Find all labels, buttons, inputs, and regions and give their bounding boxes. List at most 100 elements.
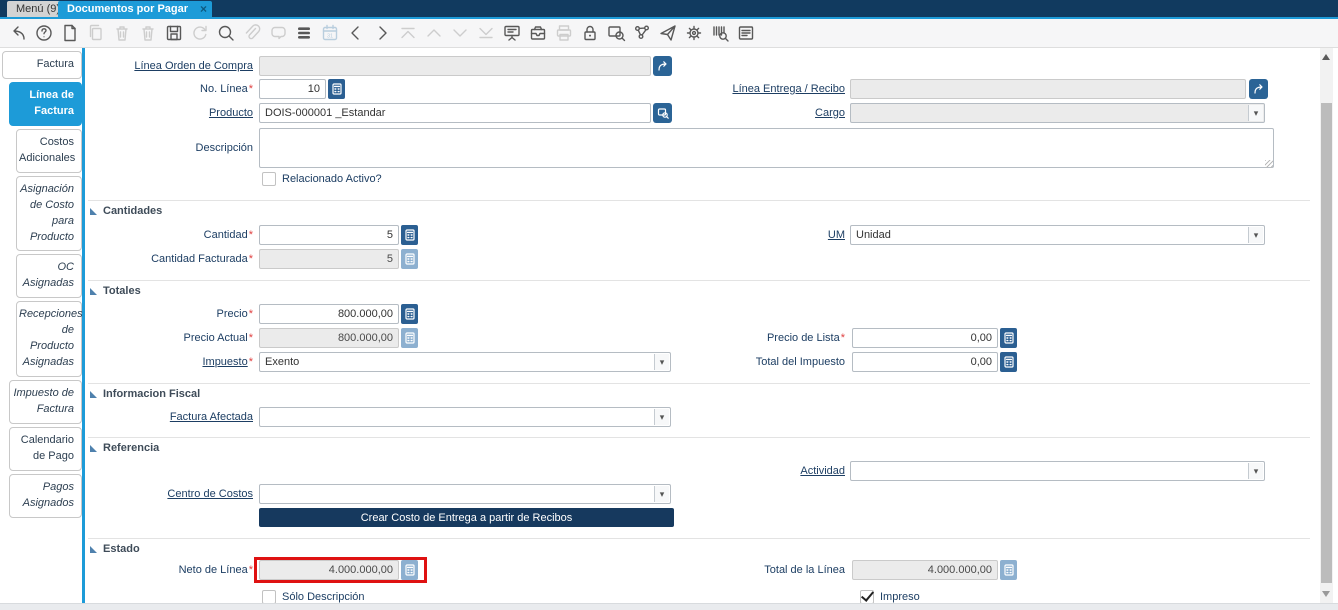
- section-header-informacion-fiscal[interactable]: Informacion Fiscal: [90, 387, 200, 401]
- checkbox-checked-box[interactable]: [860, 590, 874, 604]
- precio-calculator-button[interactable]: [401, 304, 418, 324]
- linea-entrega-recibo-label[interactable]: Línea Entrega / Recibo: [545, 79, 845, 99]
- actividad-select[interactable]: [850, 461, 1265, 481]
- chevron-down-icon[interactable]: [1248, 105, 1263, 121]
- scrollbar-thumb[interactable]: [1321, 103, 1332, 583]
- cargo-label[interactable]: Cargo: [545, 103, 845, 123]
- precio-actual-calculator-button[interactable]: [401, 328, 418, 348]
- help-icon[interactable]: [33, 23, 54, 44]
- parent-record-icon[interactable]: [423, 23, 444, 44]
- previous-record-icon[interactable]: [345, 23, 366, 44]
- report-view-icon[interactable]: [735, 23, 756, 44]
- find-icon[interactable]: [215, 23, 236, 44]
- linea-orden-compra-zoom-button[interactable]: [653, 56, 672, 76]
- descripcion-textarea[interactable]: [259, 128, 1274, 168]
- linea-orden-compra-label[interactable]: Línea Orden de Compra: [85, 56, 253, 76]
- um-label[interactable]: UM: [545, 225, 845, 245]
- section-header-estado[interactable]: Estado: [90, 542, 140, 556]
- save-icon[interactable]: [163, 23, 184, 44]
- chevron-down-icon[interactable]: [1248, 227, 1263, 243]
- sidebar-tab-calendario-de-pago[interactable]: Calendario de Pago: [9, 427, 82, 471]
- precio-actual-field[interactable]: [259, 328, 399, 348]
- textarea-resize-handle[interactable]: [1265, 160, 1273, 168]
- precio-de-lista-calculator-button[interactable]: [1000, 328, 1017, 348]
- collapse-triangle-icon[interactable]: [90, 208, 97, 215]
- sidebar-tab-factura[interactable]: Factura: [2, 51, 82, 79]
- total-de-la-linea-calculator-button[interactable]: [1000, 560, 1017, 580]
- collapse-triangle-icon[interactable]: [90, 288, 97, 295]
- sidebar-tab-recepciones[interactable]: Recepciones de Producto Asignadas: [16, 301, 82, 377]
- factura-afectada-select[interactable]: [259, 407, 671, 427]
- scroll-down-icon[interactable]: [1322, 591, 1330, 597]
- producto-label[interactable]: Producto: [85, 103, 253, 123]
- sidebar-tab-pagos-asignados[interactable]: Pagos Asignados: [9, 474, 82, 518]
- calendar-icon[interactable]: 31: [319, 23, 340, 44]
- section-header-referencia[interactable]: Referencia: [90, 441, 159, 455]
- sidebar-tab-oc-asignadas[interactable]: OC Asignadas: [16, 254, 82, 298]
- sidebar-tab-impuesto-de-factura[interactable]: Impuesto de Factura: [9, 380, 82, 424]
- collapse-triangle-icon[interactable]: [90, 391, 97, 398]
- copy-record-icon[interactable]: [85, 23, 106, 44]
- linea-entrega-recibo-field[interactable]: [850, 79, 1246, 99]
- total-del-impuesto-field[interactable]: [852, 352, 998, 372]
- centro-de-costos-label[interactable]: Centro de Costos: [85, 484, 253, 504]
- collapse-triangle-icon[interactable]: [90, 445, 97, 452]
- delete-record-icon[interactable]: [111, 23, 132, 44]
- last-record-icon[interactable]: [475, 23, 496, 44]
- no-linea-field[interactable]: [259, 79, 326, 99]
- precio-de-lista-field[interactable]: [852, 328, 998, 348]
- refresh-icon[interactable]: [189, 23, 210, 44]
- chevron-down-icon[interactable]: [654, 409, 669, 425]
- new-record-icon[interactable]: [59, 23, 80, 44]
- zoom-window-icon[interactable]: [605, 23, 626, 44]
- workflow-icon[interactable]: [631, 23, 652, 44]
- close-icon[interactable]: ×: [200, 1, 207, 17]
- linea-entrega-recibo-zoom-button[interactable]: [1249, 79, 1268, 99]
- archive-icon[interactable]: [527, 23, 548, 44]
- attachment-icon[interactable]: [241, 23, 262, 44]
- sidebar-tab-costos-adicionales[interactable]: Costos Adicionales: [16, 129, 82, 173]
- checkbox-box[interactable]: [262, 590, 276, 604]
- next-record-icon[interactable]: [371, 23, 392, 44]
- cantidad-field[interactable]: [259, 225, 399, 245]
- print-icon[interactable]: [553, 23, 574, 44]
- impuesto-label[interactable]: Impuesto*: [85, 352, 253, 372]
- cantidad-facturada-field[interactable]: [259, 249, 399, 269]
- no-linea-calculator-button[interactable]: [328, 79, 345, 99]
- send-icon[interactable]: [657, 23, 678, 44]
- collapse-triangle-icon[interactable]: [90, 546, 97, 553]
- chevron-down-icon[interactable]: [654, 486, 669, 502]
- product-lookup-icon[interactable]: [709, 23, 730, 44]
- private-lock-icon[interactable]: [579, 23, 600, 44]
- relacionado-activo-checkbox[interactable]: Relacionado Activo?: [262, 171, 382, 187]
- um-select[interactable]: Unidad: [850, 225, 1265, 245]
- actividad-label[interactable]: Actividad: [545, 461, 845, 481]
- sidebar-tab-asignacion-de-costo[interactable]: Asignación de Costo para Producto: [16, 176, 82, 252]
- section-header-cantidades[interactable]: Cantidades: [90, 204, 162, 218]
- linea-orden-compra-field[interactable]: [259, 56, 651, 76]
- cargo-select[interactable]: [850, 103, 1265, 123]
- sidebar-tab-linea-de-factura[interactable]: Línea de Factura: [9, 82, 82, 126]
- tab-documentos-por-pagar[interactable]: Documentos por Pagar ×: [58, 1, 212, 17]
- scroll-up-icon[interactable]: [1322, 54, 1330, 60]
- preferences-icon[interactable]: [683, 23, 704, 44]
- total-de-la-linea-field[interactable]: [852, 560, 998, 580]
- chevron-down-icon[interactable]: [1248, 463, 1263, 479]
- chat-icon[interactable]: [267, 23, 288, 44]
- grid-toggle-icon[interactable]: [293, 23, 314, 44]
- total-del-impuesto-calculator-button[interactable]: [1000, 352, 1017, 372]
- detail-record-icon[interactable]: [449, 23, 470, 44]
- precio-field[interactable]: [259, 304, 399, 324]
- crear-costo-entrega-button[interactable]: Crear Costo de Entrega a partir de Recib…: [259, 508, 674, 527]
- report-icon[interactable]: [501, 23, 522, 44]
- checkbox-box[interactable]: [262, 172, 276, 186]
- first-record-icon[interactable]: [397, 23, 418, 44]
- section-header-totales[interactable]: Totales: [90, 284, 141, 298]
- factura-afectada-label[interactable]: Factura Afectada: [85, 407, 253, 427]
- undo-icon[interactable]: [7, 23, 28, 44]
- centro-de-costos-select[interactable]: [259, 484, 671, 504]
- cantidad-calculator-button[interactable]: [401, 225, 418, 245]
- delete-selection-icon[interactable]: [137, 23, 158, 44]
- cantidad-facturada-calculator-button[interactable]: [401, 249, 418, 269]
- svg-text:31: 31: [326, 34, 332, 40]
